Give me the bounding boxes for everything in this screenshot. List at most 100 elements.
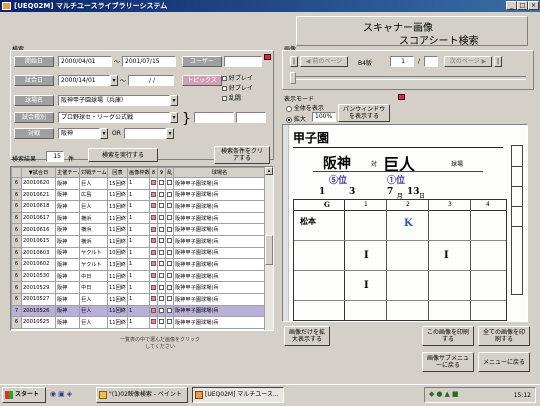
table-cell-flag[interactable] <box>149 316 158 329</box>
table-cell-flag[interactable] <box>157 177 166 190</box>
minimize-button[interactable]: _ <box>506 1 517 10</box>
table-row[interactable]: 6 20010615 阪神 横浜 11回終 1 阪神甲子園球場(兵 <box>11 234 266 248</box>
extra-field-2[interactable] <box>236 112 266 123</box>
table-cell-flag[interactable] <box>149 292 158 306</box>
first-page-button[interactable]: | <box>290 56 298 67</box>
book-icon[interactable] <box>398 94 405 100</box>
table-cell-flag[interactable] <box>157 234 166 248</box>
table-cell-flag[interactable] <box>157 188 166 202</box>
user-input[interactable] <box>224 56 262 67</box>
table-cell-flag[interactable] <box>165 188 174 202</box>
game-date-dropdown[interactable]: ▾ <box>110 75 118 86</box>
table-row[interactable]: 6 20010529 阪神 中日 11回終 1 阪神甲子園球場(兵 <box>11 281 266 294</box>
team1-dropdown[interactable]: ▾ <box>100 128 108 139</box>
zoom-image-only-button[interactable]: 画像だけを拡大表示する <box>284 326 330 346</box>
team2-select[interactable] <box>124 128 166 139</box>
column-header[interactable]: 画像枠数 <box>127 167 150 178</box>
prev-page-button[interactable]: ◀ 前のページ <box>300 56 348 67</box>
scroll-thumb[interactable] <box>265 235 273 265</box>
table-row[interactable]: 6 20010525 阪神 巨人 11回終 1 阪神甲子園球場(兵 <box>11 316 266 329</box>
scanned-image-viewport[interactable]: 甲子園 阪神 対 巨人 球場 ⑤位 ①位 1 3 7 月 13 日 G 1 2 … <box>282 124 528 322</box>
table-cell-flag[interactable] <box>165 281 174 294</box>
print-image-button[interactable]: この画像を印刷する <box>422 326 474 346</box>
taskbar-app-window[interactable]: [UEQ02M] マルチユース... <box>192 387 284 403</box>
table-cell-flag[interactable] <box>149 234 158 248</box>
table-cell-flag[interactable] <box>157 269 166 283</box>
table-cell-flag[interactable] <box>165 269 174 283</box>
tray-icons[interactable]: ◆●▲■ <box>429 390 461 398</box>
table-cell-flag[interactable] <box>157 316 166 329</box>
close-button[interactable]: × <box>528 1 539 10</box>
table-cell-flag[interactable] <box>157 223 166 236</box>
clear-search-button[interactable]: 検索条件をクリアする <box>214 146 270 164</box>
table-cell-flag[interactable] <box>165 234 174 248</box>
column-header[interactable]: 回表 <box>107 167 128 178</box>
table-cell-flag[interactable] <box>149 281 158 294</box>
table-row[interactable]: 6 20010527 阪神 巨人 11回終 1 阪神甲子園球場(兵 <box>11 292 266 306</box>
team2-dropdown[interactable]: ▾ <box>166 128 174 139</box>
column-header[interactable] <box>11 167 22 178</box>
zoom-select[interactable]: 100% <box>312 112 336 122</box>
image-submenu-button[interactable]: 画像サブメニューに戻る <box>422 352 474 372</box>
table-cell-flag[interactable] <box>157 281 166 294</box>
table-cell-flag[interactable] <box>165 177 174 190</box>
table-row[interactable]: 6 20010620 阪神 巨人 15回終 1 阪神甲子園球場(兵 <box>11 177 266 190</box>
book-icon[interactable] <box>264 54 271 60</box>
topic-check-1[interactable]: 好プレイ <box>222 73 253 82</box>
mode-full-option[interactable]: 全体を表示 <box>286 103 324 112</box>
table-cell-flag[interactable] <box>149 211 158 225</box>
table-row[interactable]: 6 20010530 阪神 中日 11回終 1 阪神甲子園球場(兵 <box>11 269 266 283</box>
column-header[interactable]: 対戦チーム <box>79 167 108 178</box>
table-cell-flag[interactable] <box>157 258 166 271</box>
topic-check-2[interactable]: 好プレイ <box>222 83 253 92</box>
quick-launch-icons[interactable]: ◉▣◈ <box>50 390 90 402</box>
table-cell-flag[interactable] <box>165 211 174 225</box>
table-cell-flag[interactable] <box>149 269 158 283</box>
topic-check-3[interactable]: 乱闘 <box>222 93 241 102</box>
team1-select[interactable]: 阪神 <box>58 128 100 139</box>
table-row[interactable]: 6 20010617 阪神 横浜 11回終 1 阪神甲子園球場(兵 <box>11 211 266 225</box>
page-slider-thumb[interactable] <box>290 72 296 84</box>
taskbar-paint-window[interactable]: "(1)02映像検索 - ペイント <box>96 387 188 403</box>
extra-field-1[interactable] <box>194 112 234 123</box>
column-header[interactable]: 8 <box>149 167 158 178</box>
table-cell-flag[interactable] <box>149 258 158 271</box>
column-header[interactable]: 9 <box>157 167 166 178</box>
table-cell-flag[interactable] <box>149 177 158 190</box>
league-select[interactable]: プロ野球セ・リーグ公式戦 <box>58 112 170 123</box>
main-menu-button[interactable]: メニューに戻る <box>478 352 530 372</box>
column-header[interactable]: ▼試合日 <box>21 167 56 178</box>
start-button[interactable]: スタート <box>2 387 46 403</box>
table-cell-flag[interactable] <box>157 211 166 225</box>
table-cell-flag[interactable] <box>165 316 174 329</box>
page-slider-track[interactable] <box>290 72 526 84</box>
table-row[interactable]: 6 20010618 阪神 巨人 13回終 1 阪神甲子園球場(兵 <box>11 200 266 213</box>
table-cell-flag[interactable] <box>157 246 166 260</box>
table-cell-flag[interactable] <box>149 304 158 318</box>
maximize-button[interactable]: □ <box>517 1 528 10</box>
column-header[interactable]: 乱 <box>165 167 174 178</box>
table-cell-flag[interactable] <box>165 200 174 213</box>
table-row[interactable]: 6 20010602 阪神 ヤクルト 13回終 1 阪神甲子園球場(兵 <box>11 258 266 271</box>
table-cell-flag[interactable] <box>165 246 174 260</box>
table-scrollbar[interactable]: ▴ <box>264 167 273 330</box>
end-date-input[interactable]: 2001/07/15 <box>122 56 176 67</box>
league-dropdown[interactable]: ▾ <box>170 112 178 123</box>
pan-window-button[interactable]: パンウィンドウを表示する <box>338 104 390 122</box>
table-cell-flag[interactable] <box>157 292 166 306</box>
stadium-select[interactable]: 阪神甲子園球場（兵庫） <box>58 95 170 106</box>
page-number-input[interactable]: 1 <box>390 56 414 67</box>
game-date-input[interactable]: 2000/14/01 <box>58 75 110 86</box>
table-row[interactable]: 6 20010603 阪神 ヤクルト 10回終 1 阪神甲子園球場(兵 <box>11 246 266 260</box>
stadium-dropdown[interactable]: ▾ <box>170 95 178 106</box>
table-cell-flag[interactable] <box>165 304 174 318</box>
table-cell-flag[interactable] <box>165 292 174 306</box>
table-cell-flag[interactable] <box>165 258 174 271</box>
column-header[interactable]: 球場名 <box>173 167 266 178</box>
run-search-button[interactable]: 検索を実行する <box>88 148 158 162</box>
table-cell-flag[interactable] <box>157 200 166 213</box>
table-row[interactable]: 7 20010526 阪神 巨人 11回終 1 阪神甲子園球場(兵 <box>11 304 266 318</box>
table-cell-flag[interactable] <box>157 304 166 318</box>
column-header[interactable]: 主催チーム <box>55 167 80 178</box>
last-page-button[interactable]: | <box>494 56 502 67</box>
